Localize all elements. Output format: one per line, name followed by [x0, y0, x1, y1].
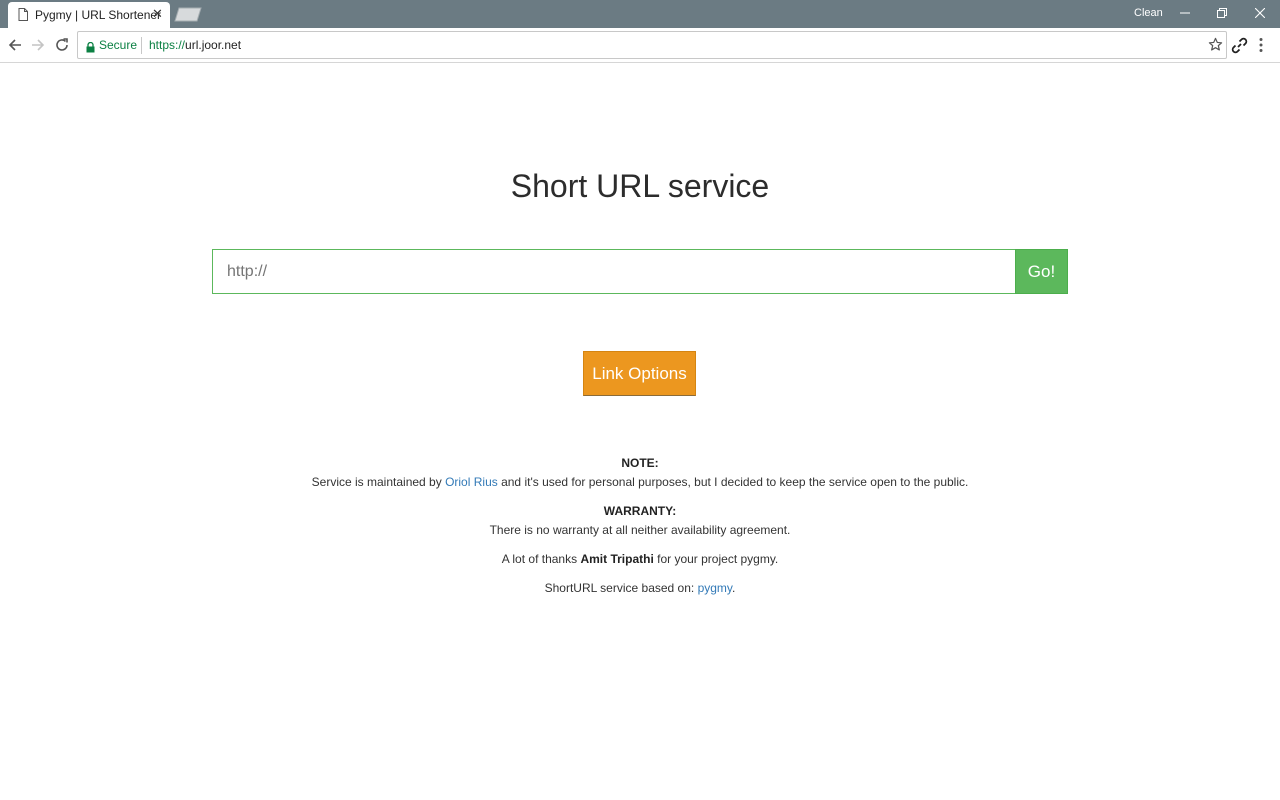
based-on-paragraph: ShortURL service based on: pygmy. — [0, 579, 1280, 598]
close-icon — [1255, 8, 1265, 18]
minimize-button[interactable] — [1166, 0, 1204, 26]
warranty-text: There is no warranty at all neither avai… — [489, 523, 791, 537]
thanks-text-after: for your project pygmy. — [653, 552, 779, 566]
shorten-form: Go! — [212, 249, 1068, 294]
long-url-input[interactable] — [212, 249, 1015, 294]
kebab-menu-icon[interactable] — [1259, 37, 1263, 58]
note-paragraph: NOTE: Service is maintained by Oriol Riu… — [0, 454, 1280, 492]
pygmy-link[interactable]: pygmy — [698, 581, 732, 595]
new-tab-button[interactable] — [174, 7, 202, 22]
note-text-before: Service is maintained by — [311, 475, 446, 489]
note-heading: NOTE: — [621, 456, 659, 470]
browser-toolbar: Secure https://url.joor.net — [0, 28, 1280, 63]
browser-tab[interactable]: Pygmy | URL Shortener ✕ — [8, 2, 170, 28]
warranty-heading: WARRANTY: — [603, 504, 677, 518]
tab-close-button[interactable]: ✕ — [152, 6, 163, 22]
restore-icon — [1217, 8, 1227, 18]
based-on-text: ShortURL service based on: — [544, 581, 698, 595]
thanks-paragraph: A lot of thanks Amit Tripathi for your p… — [0, 550, 1280, 569]
thanks-text-before: A lot of thanks — [501, 552, 581, 566]
url-text[interactable]: https://url.joor.net — [149, 38, 241, 52]
page-title: Short URL service — [510, 168, 770, 204]
thanks-name: Amit Tripathi — [580, 552, 654, 566]
reload-button[interactable] — [53, 36, 71, 54]
arrow-right-icon — [32, 39, 45, 51]
restore-button[interactable] — [1203, 0, 1241, 26]
info-section: NOTE: Service is maintained by Oriol Riu… — [0, 454, 1280, 608]
go-button[interactable]: Go! — [1015, 249, 1068, 294]
url-scheme: https:// — [149, 38, 186, 52]
close-window-button[interactable] — [1241, 0, 1279, 26]
secure-label[interactable]: Secure — [99, 38, 137, 52]
chain-link-icon[interactable] — [1231, 37, 1248, 59]
forward-button[interactable] — [29, 36, 47, 54]
address-bar[interactable]: Secure https://url.joor.net — [77, 31, 1227, 59]
profile-label[interactable]: Clean — [1134, 7, 1163, 19]
warranty-paragraph: WARRANTY: There is no warranty at all ne… — [0, 502, 1280, 540]
back-button[interactable] — [6, 36, 24, 54]
omnibox-divider — [141, 37, 142, 54]
url-host: url.joor.net — [185, 38, 242, 52]
document-icon — [18, 8, 28, 26]
minimize-icon — [1180, 12, 1190, 14]
note-text-after: and it's used for personal purposes, but… — [497, 475, 969, 489]
based-on-end: . — [732, 581, 736, 595]
tab-title: Pygmy | URL Shortener — [35, 8, 162, 22]
reload-icon — [56, 38, 68, 51]
arrow-left-icon — [8, 39, 21, 51]
lock-icon — [86, 40, 95, 58]
maintainer-link[interactable]: Oriol Rius — [445, 475, 498, 489]
link-options-button[interactable]: Link Options — [583, 351, 696, 396]
browser-titlebar: Pygmy | URL Shortener ✕ Clean — [0, 0, 1280, 28]
bookmark-star-icon[interactable] — [1208, 37, 1223, 57]
